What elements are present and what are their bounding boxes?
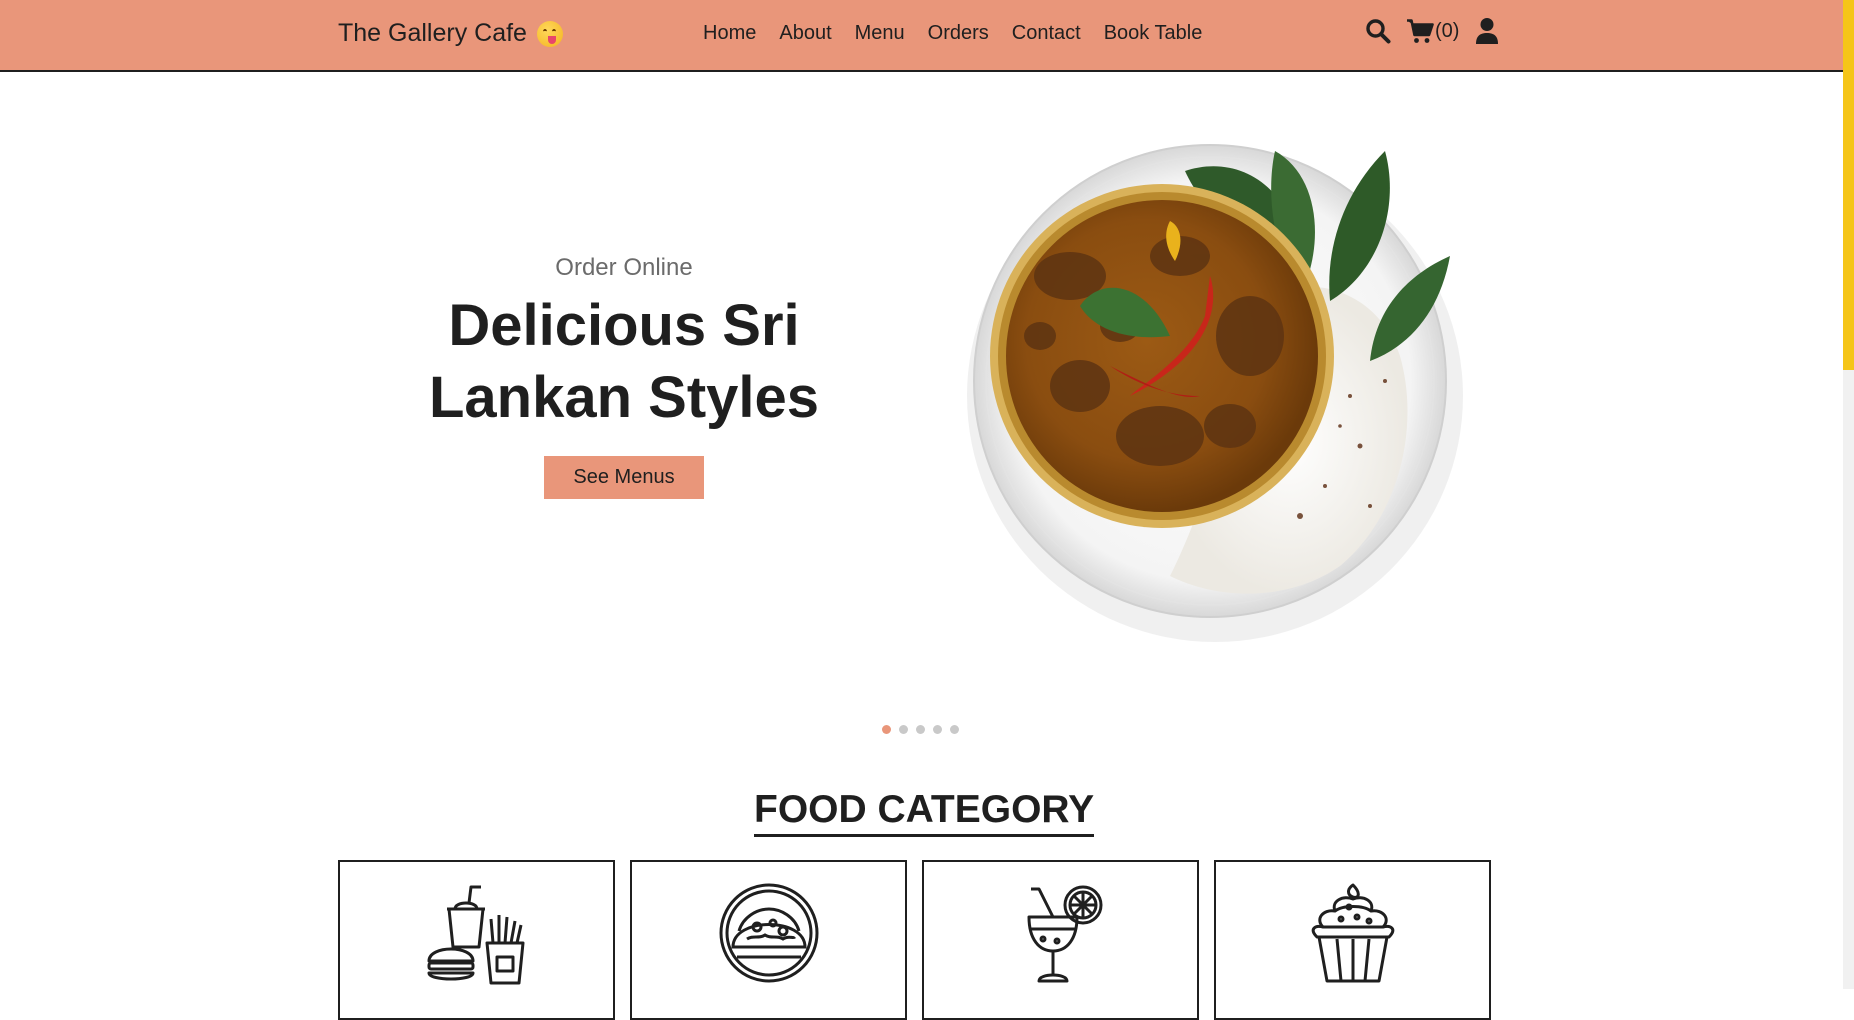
category-card-desserts[interactable]: [1214, 860, 1491, 1020]
category-cards: [338, 860, 1491, 1020]
face-savoring-food-icon: [536, 20, 563, 47]
nav-orders-link[interactable]: Orders: [928, 22, 989, 45]
scrollbar-thumb[interactable]: [1843, 0, 1854, 370]
nav-contact-link[interactable]: Contact: [1012, 22, 1081, 45]
fast-food-icon: [427, 885, 524, 985]
carousel-indicators: [882, 725, 959, 734]
carousel-dot-4[interactable]: [933, 725, 942, 734]
hero-text: Order Online Delicious Sri Lankan Styles…: [360, 254, 888, 499]
taco-icon: [719, 883, 818, 983]
nav-home-link[interactable]: Home: [703, 22, 756, 45]
nav-about-link[interactable]: About: [779, 22, 831, 45]
cupcake-icon: [1311, 883, 1394, 983]
hero-title: Delicious Sri Lankan Styles: [360, 290, 888, 434]
carousel-dot-1[interactable]: [882, 725, 891, 734]
hero-title-line2: Lankan Styles: [428, 365, 820, 430]
main-nav: Home About Menu Orders Contact Book Tabl…: [703, 22, 1202, 45]
search-icon: [1366, 19, 1391, 44]
carousel-dot-5[interactable]: [950, 725, 959, 734]
brand-logo[interactable]: The Gallery Cafe: [338, 19, 563, 48]
user-icon: [1476, 18, 1499, 44]
page-scrollbar[interactable]: [1843, 0, 1854, 989]
nav-menu-link[interactable]: Menu: [855, 22, 905, 45]
curry-rice-plate-image: [967, 144, 1463, 642]
hero-title-line1: Delicious Sri: [448, 293, 800, 358]
header-tools: (0): [1365, 17, 1499, 45]
carousel-dot-3[interactable]: [916, 725, 925, 734]
top-navbar: The Gallery Cafe Home About Menu Orders …: [0, 0, 1843, 72]
nav-book-table-link[interactable]: Book Table: [1104, 22, 1203, 45]
carousel-dot-2[interactable]: [899, 725, 908, 734]
cart-button[interactable]: (0): [1406, 18, 1459, 44]
hero-eyebrow: Order Online: [555, 254, 693, 281]
brand-name[interactable]: The Gallery Cafe: [338, 19, 527, 48]
account-button[interactable]: [1475, 17, 1499, 45]
see-menus-button[interactable]: See Menus: [544, 456, 704, 499]
cocktail-icon: [1027, 885, 1102, 983]
category-card-fast-food[interactable]: [338, 860, 615, 1020]
category-card-drinks[interactable]: [922, 860, 1199, 1020]
search-button[interactable]: [1365, 18, 1391, 44]
cart-count: (0): [1435, 19, 1460, 42]
food-category-heading: FOOD CATEGORY: [754, 786, 1095, 837]
category-card-tacos[interactable]: [630, 860, 907, 1020]
shopping-cart-icon: [1407, 19, 1434, 43]
